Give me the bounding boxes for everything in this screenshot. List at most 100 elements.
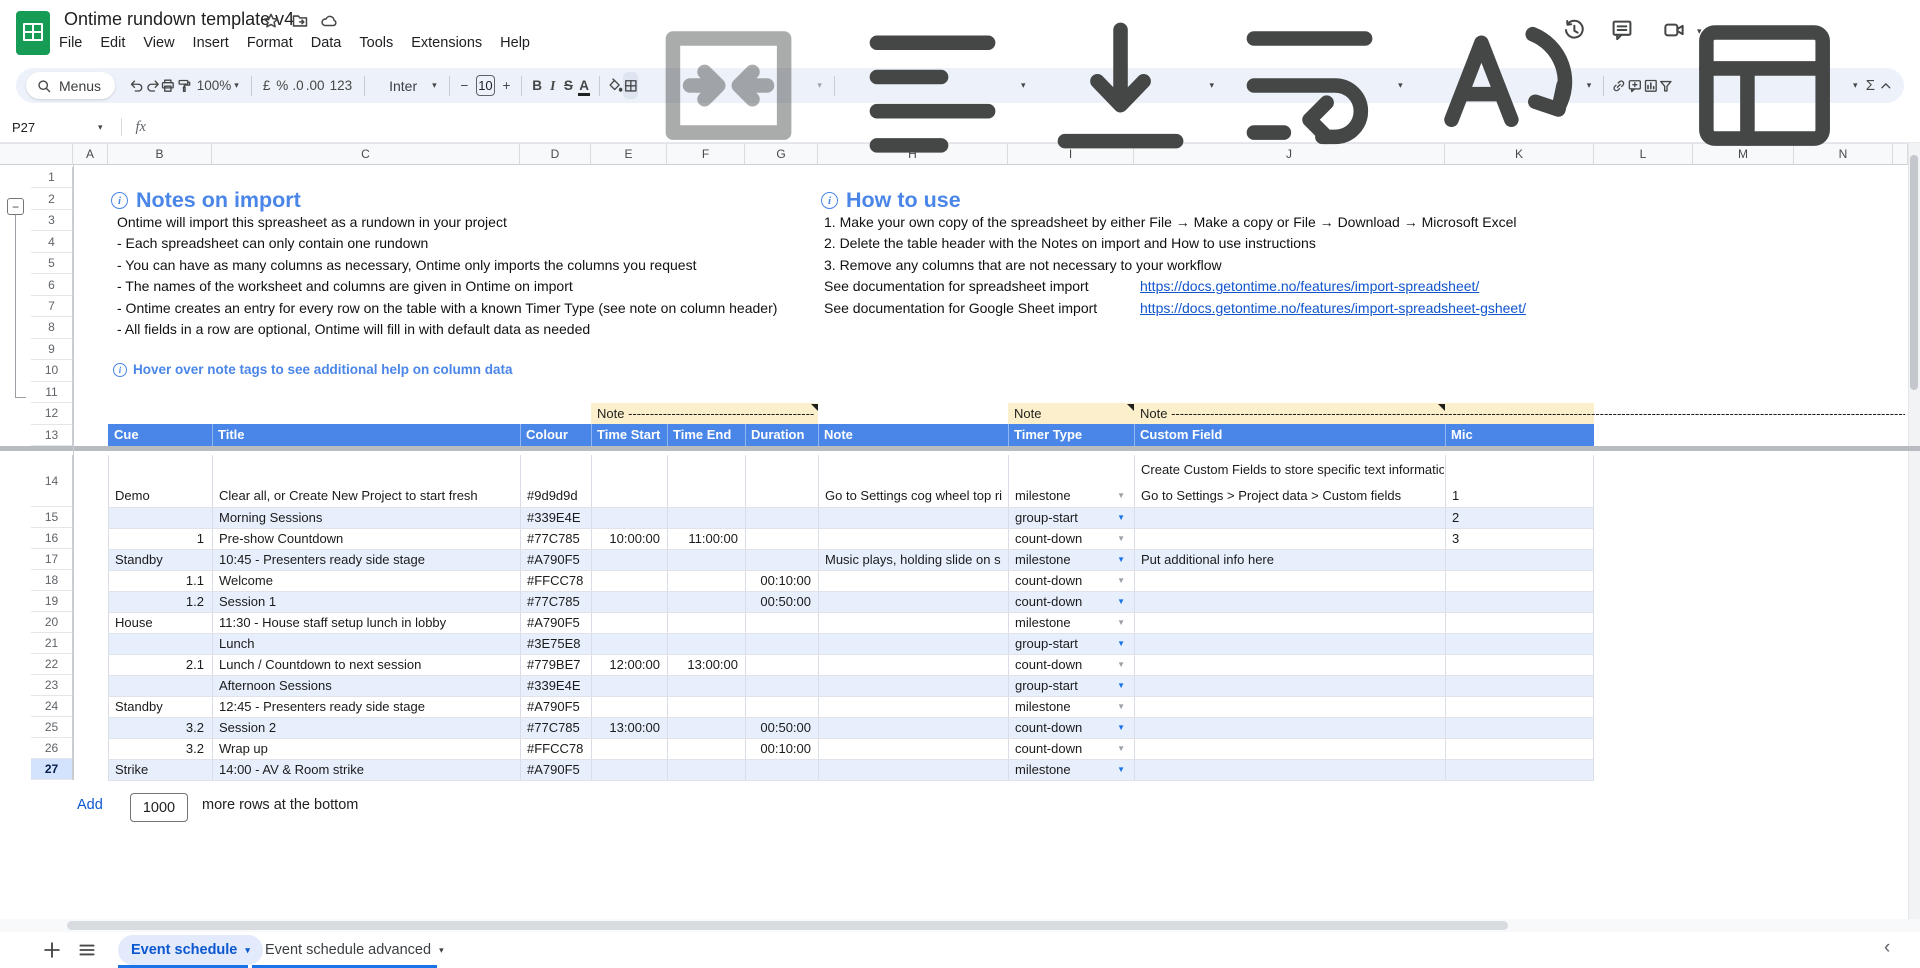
cell-title-14[interactable]: Clear all, or Create New Project to star… — [213, 485, 519, 506]
add-sheet-icon[interactable] — [41, 939, 63, 961]
row-header-18[interactable]: 18 — [31, 570, 73, 591]
decrease-font-size-button[interactable]: − — [457, 72, 473, 99]
cell-timer-type-26[interactable]: count-down▼ — [1009, 738, 1133, 759]
insert-chart-button[interactable] — [1643, 72, 1659, 99]
increase-font-size-button[interactable]: + — [499, 72, 515, 99]
create-filter-button[interactable] — [1658, 72, 1674, 99]
cell-cue-17[interactable]: Standby — [109, 549, 211, 570]
menu-view[interactable]: View — [134, 32, 183, 54]
menu-edit[interactable]: Edit — [91, 32, 134, 54]
row-header-12[interactable]: 12 — [31, 403, 73, 424]
cell-timer-type-17[interactable]: milestone▼ — [1009, 549, 1133, 570]
cell-colour-17[interactable]: #A790F5 — [521, 549, 590, 570]
text-rotation-button[interactable]: ▾ — [1408, 72, 1597, 99]
row-header-16[interactable]: 16 — [31, 528, 73, 549]
cell-custom-top-14[interactable]: Create Custom Fields to store specific t… — [1135, 458, 1444, 482]
cell-cue-19[interactable]: 1.2 — [109, 591, 211, 612]
text-wrap-button[interactable]: ▾ — [1219, 72, 1408, 99]
timer-type-dropdown-icon[interactable]: ▼ — [1117, 759, 1125, 780]
table-views-button[interactable]: ▾ — [1674, 72, 1863, 99]
cell-timer-type-21[interactable]: group-start▼ — [1009, 633, 1133, 654]
cell-note-14[interactable]: Go to Settings cog wheel top ri — [819, 485, 1007, 506]
cell-cue-24[interactable]: Standby — [109, 696, 211, 717]
column-header-A[interactable]: A — [73, 143, 108, 165]
row-header-19[interactable]: 19 — [31, 591, 73, 612]
star-icon[interactable] — [262, 12, 280, 30]
insert-comment-button[interactable] — [1627, 72, 1643, 99]
menu-extensions[interactable]: Extensions — [402, 32, 491, 54]
timer-type-dropdown-icon[interactable]: ▼ — [1117, 528, 1125, 549]
cell-mic-16[interactable]: 3 — [1446, 528, 1593, 549]
row-header-15[interactable]: 15 — [31, 507, 73, 528]
timer-type-dropdown-icon[interactable]: ▼ — [1117, 507, 1125, 528]
timer-type-dropdown-icon[interactable]: ▼ — [1117, 717, 1125, 738]
table-header-time-start[interactable]: Time Start — [591, 424, 667, 446]
cell-title-16[interactable]: Pre-show Countdown — [213, 528, 519, 549]
bold-button[interactable]: B — [529, 72, 545, 99]
row-header-10[interactable]: 10 — [31, 360, 73, 381]
number-format-button[interactable]: 123 — [325, 72, 358, 99]
table-header-cue[interactable]: Cue — [108, 424, 212, 446]
name-box[interactable]: P27 — [12, 120, 98, 135]
cell-duration-18[interactable]: 00:10:00 — [746, 570, 817, 591]
cell-cue-26[interactable]: 3.2 — [109, 738, 211, 759]
row-header-20[interactable]: 20 — [31, 612, 73, 633]
cell-mic-15[interactable]: 2 — [1446, 507, 1593, 528]
cell-time-end-16[interactable]: 11:00:00 — [668, 528, 744, 549]
cell-time-start-22[interactable]: 12:00:00 — [592, 654, 666, 675]
cell-title-17[interactable]: 10:45 - Presenters ready side stage — [213, 549, 519, 570]
cell-title-24[interactable]: 12:45 - Presenters ready side stage — [213, 696, 519, 717]
timer-type-dropdown-icon[interactable]: ▼ — [1117, 570, 1125, 591]
table-header-mic[interactable]: Mic — [1445, 424, 1594, 446]
row-header-14[interactable]: 14 — [31, 455, 73, 507]
row-header-13[interactable]: 13 — [31, 425, 73, 446]
row-header-5[interactable]: 5 — [31, 253, 73, 274]
column-header-D[interactable]: D — [520, 143, 591, 165]
cell-cue-14[interactable]: Demo — [109, 485, 211, 506]
cell-colour-25[interactable]: #77C785 — [521, 717, 590, 738]
percent-format-button[interactable]: % — [274, 72, 290, 99]
cell-custom-14[interactable]: Go to Settings > Project data > Custom f… — [1135, 485, 1444, 506]
timer-type-dropdown-icon[interactable]: ▼ — [1117, 675, 1125, 696]
timer-type-dropdown-icon[interactable]: ▼ — [1117, 591, 1125, 612]
timer-type-dropdown-icon[interactable]: ▼ — [1117, 696, 1125, 717]
cell-title-18[interactable]: Welcome — [213, 570, 519, 591]
cell-title-21[interactable]: Lunch — [213, 633, 519, 654]
row-header-23[interactable]: 23 — [31, 675, 73, 696]
cell-colour-16[interactable]: #77C785 — [521, 528, 590, 549]
cell-timer-type-19[interactable]: count-down▼ — [1009, 591, 1133, 612]
cell-colour-20[interactable]: #A790F5 — [521, 612, 590, 633]
row-header-6[interactable]: 6 — [31, 274, 73, 295]
row-header-9[interactable]: 9 — [31, 339, 73, 360]
cell-colour-14[interactable]: #9d9d9d — [521, 485, 590, 506]
column-header-C[interactable]: C — [212, 143, 520, 165]
cell-colour-22[interactable]: #779BE7 — [521, 654, 590, 675]
menu-insert[interactable]: Insert — [184, 32, 238, 54]
fill-color-button[interactable] — [607, 72, 623, 99]
cell-cue-20[interactable]: House — [109, 612, 211, 633]
doc-link[interactable]: https://docs.getontime.no/features/impor… — [1140, 276, 1479, 298]
doc-link[interactable]: https://docs.getontime.no/features/impor… — [1140, 298, 1526, 320]
menu-data[interactable]: Data — [302, 32, 351, 54]
cell-timer-type-20[interactable]: milestone▼ — [1009, 612, 1133, 633]
table-header-time-end[interactable]: Time End — [667, 424, 745, 446]
timer-type-dropdown-icon[interactable]: ▼ — [1117, 654, 1125, 675]
cell-note-17[interactable]: Music plays, holding slide on s — [819, 549, 1007, 570]
add-rows-button[interactable]: Add — [77, 797, 103, 813]
zoom-select[interactable]: 100%▾ — [192, 72, 244, 99]
borders-button[interactable] — [623, 72, 639, 99]
table-header-colour[interactable]: Colour — [520, 424, 591, 446]
cell-colour-26[interactable]: #FFCC78 — [521, 738, 590, 759]
increase-decimal-button[interactable]: .00 — [306, 72, 325, 99]
cell-duration-25[interactable]: 00:50:00 — [746, 717, 817, 738]
cell-title-20[interactable]: 11:30 - House staff setup lunch in lobby — [213, 612, 519, 633]
row-header-22[interactable]: 22 — [31, 654, 73, 675]
font-select[interactable]: Inter▾ — [372, 72, 442, 99]
text-color-button[interactable]: A — [576, 72, 592, 99]
timer-type-dropdown-icon[interactable]: ▼ — [1117, 485, 1125, 506]
cell-duration-19[interactable]: 00:50:00 — [746, 591, 817, 612]
cell-timer-type-18[interactable]: count-down▼ — [1009, 570, 1133, 591]
cell-title-27[interactable]: 14:00 - AV & Room strike — [213, 759, 519, 780]
functions-button[interactable]: Σ — [1863, 72, 1879, 99]
cell-colour-21[interactable]: #3E75E8 — [521, 633, 590, 654]
